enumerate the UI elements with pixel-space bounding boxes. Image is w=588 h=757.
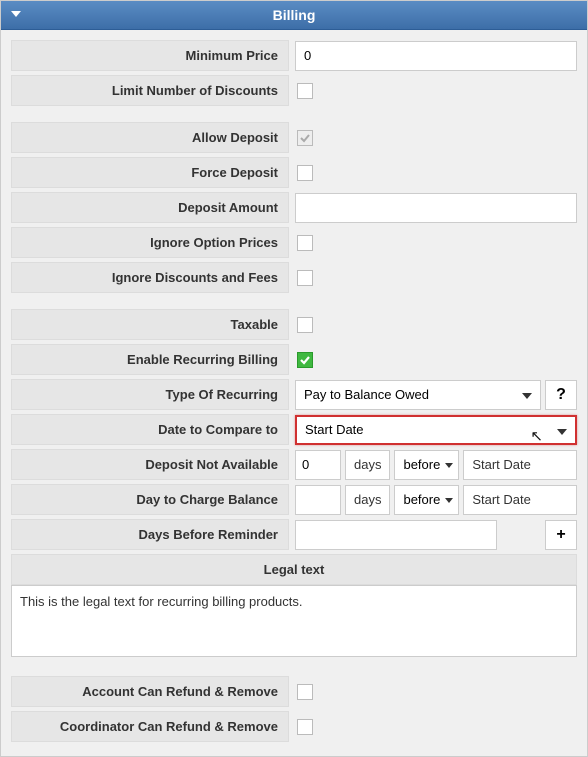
deposit-na-days-input[interactable] <box>295 450 341 480</box>
days-unit: days <box>345 485 390 515</box>
cursor-icon: ↖ <box>530 427 543 445</box>
add-reminder-button[interactable]: + <box>545 520 577 550</box>
force-deposit-checkbox[interactable] <box>297 165 313 181</box>
ignore-discounts-fees-label: Ignore Discounts and Fees <box>11 262 289 293</box>
minimum-price-input[interactable] <box>295 41 577 71</box>
legal-text-header: Legal text <box>11 554 577 585</box>
deposit-not-available-label: Deposit Not Available <box>11 449 289 480</box>
panel-content: Minimum Price Limit Number of Discounts … <box>1 30 587 756</box>
deposit-na-ref: Start Date <box>463 450 577 480</box>
limit-discounts-label: Limit Number of Discounts <box>11 75 289 106</box>
collapse-icon <box>11 11 21 17</box>
chevron-down-icon <box>445 498 453 503</box>
deposit-amount-input[interactable] <box>295 193 577 223</box>
taxable-label: Taxable <box>11 309 289 340</box>
chevron-down-icon <box>445 463 453 468</box>
account-refund-checkbox[interactable] <box>297 684 313 700</box>
plus-icon: + <box>556 526 565 544</box>
days-before-reminder-input[interactable] <box>295 520 497 550</box>
enable-recurring-checkbox[interactable] <box>297 352 313 368</box>
help-button[interactable]: ? <box>545 380 577 410</box>
day-charge-balance-label: Day to Charge Balance <box>11 484 289 515</box>
taxable-checkbox[interactable] <box>297 317 313 333</box>
coordinator-refund-checkbox[interactable] <box>297 719 313 735</box>
enable-recurring-label: Enable Recurring Billing <box>11 344 289 375</box>
days-before-reminder-label: Days Before Reminder <box>11 519 289 550</box>
panel-title: Billing <box>273 7 316 23</box>
minimum-price-label: Minimum Price <box>11 40 289 71</box>
type-of-recurring-label: Type Of Recurring <box>11 379 289 410</box>
charge-relation-select[interactable]: before <box>394 485 459 515</box>
ignore-option-prices-checkbox[interactable] <box>297 235 313 251</box>
panel-header[interactable]: Billing <box>1 1 587 30</box>
coordinator-refund-label: Coordinator Can Refund & Remove <box>11 711 289 742</box>
days-unit: days <box>345 450 390 480</box>
type-of-recurring-select[interactable]: Pay to Balance Owed <box>295 380 541 410</box>
legal-text-textarea[interactable] <box>11 585 577 657</box>
allow-deposit-checkbox <box>297 130 313 146</box>
date-compare-select[interactable]: Start Date ↖ <box>295 415 577 445</box>
charge-ref: Start Date <box>463 485 577 515</box>
deposit-na-relation-select[interactable]: before <box>394 450 459 480</box>
billing-panel: Billing Minimum Price Limit Number of Di… <box>0 0 588 757</box>
check-icon <box>299 132 311 144</box>
select-value: Pay to Balance Owed <box>304 387 429 402</box>
date-compare-label: Date to Compare to <box>11 414 289 445</box>
chevron-down-icon <box>522 393 532 399</box>
question-icon: ? <box>556 386 566 404</box>
chevron-down-icon <box>557 429 567 435</box>
force-deposit-label: Force Deposit <box>11 157 289 188</box>
charge-days-input[interactable] <box>295 485 341 515</box>
ignore-discounts-fees-checkbox[interactable] <box>297 270 313 286</box>
account-refund-label: Account Can Refund & Remove <box>11 676 289 707</box>
allow-deposit-label: Allow Deposit <box>11 122 289 153</box>
limit-discounts-checkbox[interactable] <box>297 83 313 99</box>
check-icon <box>299 354 311 366</box>
deposit-amount-label: Deposit Amount <box>11 192 289 223</box>
select-value: Start Date <box>305 422 364 437</box>
ignore-option-prices-label: Ignore Option Prices <box>11 227 289 258</box>
